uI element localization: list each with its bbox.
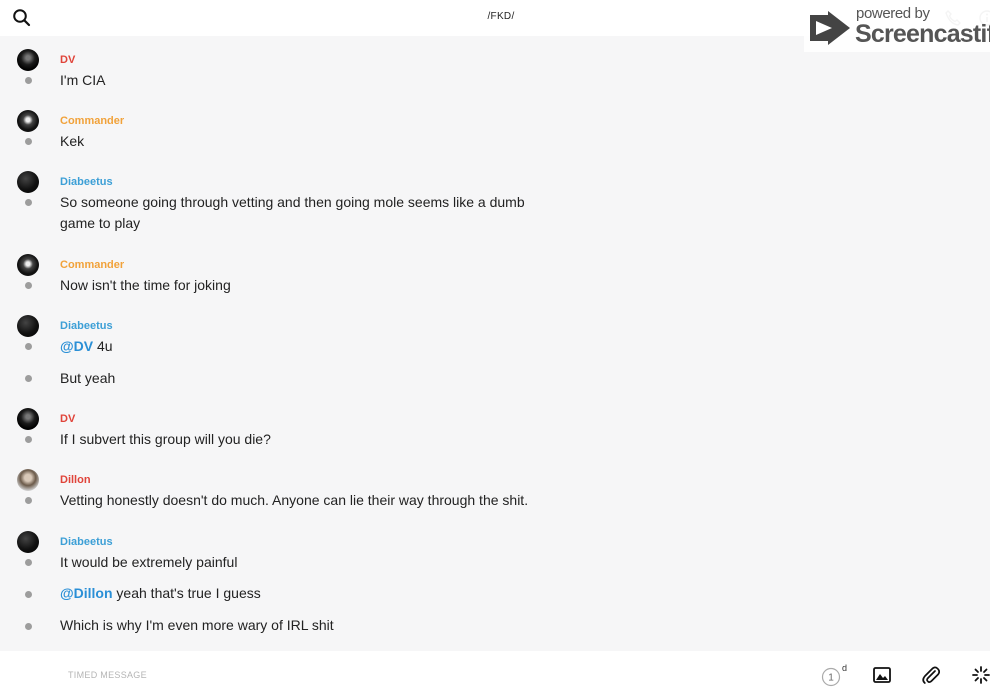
message-text: Which is why I'm even more wary of IRL s…	[60, 617, 334, 633]
avatar[interactable]	[17, 531, 39, 553]
sender-name[interactable]: Diabeetus	[60, 176, 113, 188]
message-text: If I subvert this group will you die?	[60, 431, 271, 447]
status-dot	[25, 199, 32, 206]
avatar[interactable]	[17, 469, 39, 491]
avatar[interactable]	[17, 171, 39, 193]
sender-name[interactable]: Dillon	[60, 474, 91, 486]
avatar[interactable]	[17, 254, 39, 276]
sender-name[interactable]: DV	[60, 413, 75, 425]
avatar[interactable]	[17, 110, 39, 132]
status-dot	[25, 375, 32, 382]
message-text-rest: 4u	[93, 338, 113, 354]
message-text: Kek	[60, 133, 85, 149]
timed-message-input[interactable]: TIMED MESSAGE	[68, 670, 147, 680]
message-text: I'm CIA	[60, 72, 106, 88]
message-text: Vetting honestly doesn't do much. Anyone…	[60, 492, 529, 508]
sender-name[interactable]: DV	[60, 54, 75, 66]
status-dot	[25, 591, 32, 598]
image-icon[interactable]	[873, 667, 891, 683]
sender-name[interactable]: Diabeetus	[60, 536, 113, 548]
sparkle-icon[interactable]	[971, 665, 990, 685]
status-dot	[25, 282, 32, 289]
message-text: Now isn't the time for joking	[60, 277, 231, 293]
message-text: @Dillon yeah that's true I guess	[60, 583, 550, 604]
status-dot	[25, 436, 32, 443]
sender-name[interactable]: Commander	[60, 115, 124, 127]
message-list: DV I'm CIA Commander Kek Diabeetus So so…	[0, 36, 990, 648]
composer-bar: TIMED MESSAGE 1 d	[0, 651, 990, 700]
timer-icon[interactable]: 1 d	[821, 663, 849, 689]
mention-dillon[interactable]: @Dillon	[60, 585, 113, 601]
message-text: But yeah	[60, 370, 116, 386]
message-text-rest: yeah that's true I guess	[112, 585, 261, 601]
status-dot	[25, 623, 32, 630]
timer-unit: d	[842, 663, 847, 673]
message-text: @DV 4u	[60, 336, 550, 357]
status-dot	[25, 77, 32, 84]
mention-dv[interactable]: @DV	[60, 338, 93, 354]
paperclip-icon[interactable]	[922, 665, 941, 685]
avatar[interactable]	[17, 315, 39, 337]
status-dot	[25, 343, 32, 350]
message-text: It would be extremely painful	[60, 554, 238, 570]
sender-name[interactable]: Commander	[60, 259, 124, 271]
sender-name[interactable]: Diabeetus	[60, 320, 113, 332]
message-text: So someone going through vetting and the…	[60, 194, 525, 231]
timer-value: 1	[828, 673, 834, 684]
status-dot	[25, 138, 32, 145]
status-dot	[25, 559, 32, 566]
avatar[interactable]	[17, 408, 39, 430]
status-dot	[25, 497, 32, 504]
avatar[interactable]	[17, 49, 39, 71]
